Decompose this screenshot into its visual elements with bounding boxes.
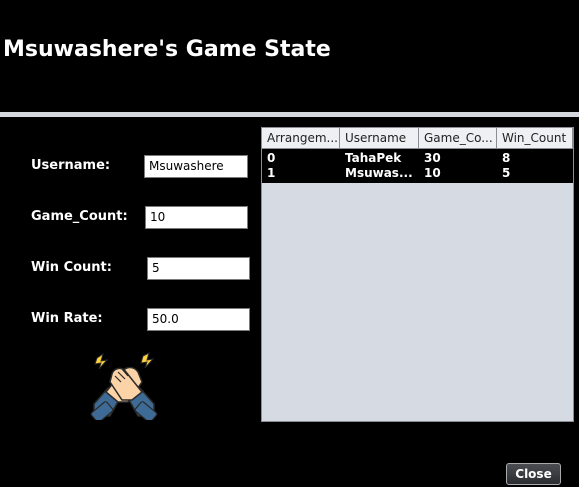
game-count-field[interactable]: 10 <box>145 206 248 229</box>
table-cell-win-count: 8 <box>502 151 511 165</box>
table-row[interactable]: 1 Msuwas... 10 5 <box>262 166 573 181</box>
win-rate-label: Win Rate: <box>31 311 103 326</box>
column-header-arrangement[interactable]: Arrangem... <box>262 128 340 148</box>
table-cell-arrangement: 1 <box>267 166 276 180</box>
table-cell-arrangement: 0 <box>267 151 276 165</box>
win-rate-field[interactable]: 50.0 <box>147 308 250 331</box>
column-header-game-count[interactable]: Game_Co... <box>419 128 497 148</box>
table-row[interactable]: 0 TahaPek 30 8 <box>262 151 573 166</box>
table-cell-win-count: 5 <box>502 166 511 180</box>
table-cell-game-count: 30 <box>424 151 441 165</box>
win-count-label: Win Count: <box>31 260 112 275</box>
win-count-field[interactable]: 5 <box>147 257 250 280</box>
game-state-table[interactable]: Arrangem... Username Game_Co... Win_Coun… <box>261 127 574 422</box>
header-divider <box>0 112 579 117</box>
column-header-username[interactable]: Username <box>340 128 419 148</box>
column-header-win-count[interactable]: Win_Count <box>497 128 573 148</box>
username-field[interactable]: Msuwashere <box>144 155 248 178</box>
handshake-icon <box>88 352 160 423</box>
close-button[interactable]: Close <box>506 463 561 485</box>
table-cell-game-count: 10 <box>424 166 441 180</box>
username-label: Username: <box>31 158 111 173</box>
table-body: 0 TahaPek 30 8 1 Msuwas... 10 5 <box>262 149 573 183</box>
table-header: Arrangem... Username Game_Co... Win_Coun… <box>262 128 573 149</box>
game-count-label: Game_Count: <box>31 209 128 224</box>
table-cell-username: Msuwas... <box>345 166 413 180</box>
window-title: Msuwashere's Game State <box>3 37 331 62</box>
table-cell-username: TahaPek <box>345 151 402 165</box>
